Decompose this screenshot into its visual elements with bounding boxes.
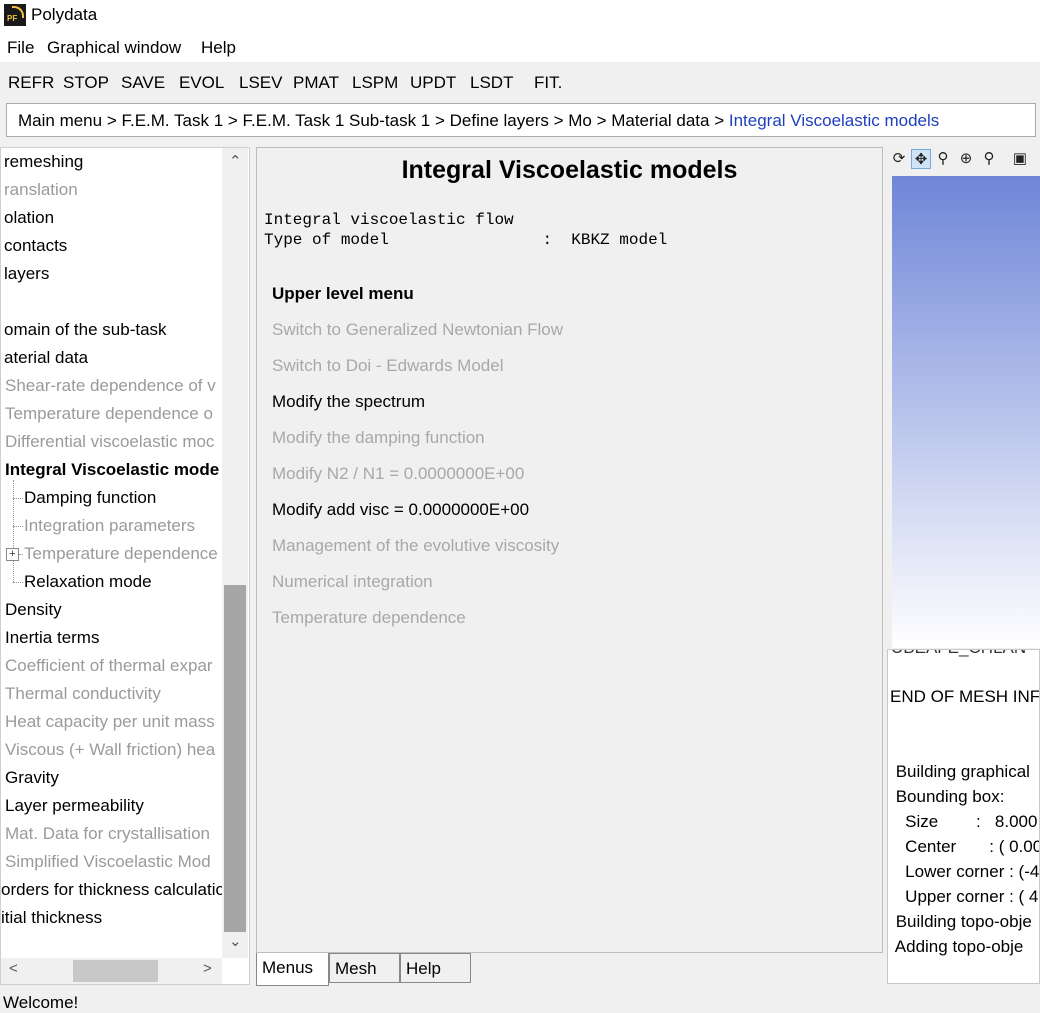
expand-plus-icon[interactable]: + [6, 548, 19, 561]
tree-item-remeshing[interactable]: remeshing [4, 152, 83, 172]
evol-button[interactable]: EVOL [179, 73, 224, 93]
modify-n2-n1-link[interactable]: Modify N2 / N1 = 0.0000000E+00 [272, 464, 524, 484]
tree-item-simplified-viscoelastic[interactable]: Simplified Viscoelastic Mod [5, 852, 211, 872]
refr-button[interactable]: REFR [8, 73, 54, 93]
console-output: UBEAFE_CHLAN END OF MESH INFO Building g… [887, 649, 1040, 984]
tree-item-crystallisation[interactable]: Mat. Data for crystallisation [5, 824, 210, 844]
tree-item-translation[interactable]: ranslation [4, 180, 78, 200]
console-line: Adding topo-obje [891, 937, 1024, 956]
lsdt-button[interactable]: LSDT [470, 73, 513, 93]
status-text: Welcome! [3, 993, 79, 1012]
tree-item-thermal-conductivity[interactable]: Thermal conductivity [5, 684, 161, 704]
save-button[interactable]: SAVE [121, 73, 165, 93]
lsev-button[interactable]: LSEV [239, 73, 282, 93]
status-bar: Welcome! [0, 990, 1040, 1012]
console-line: Building topo-obje [891, 912, 1032, 931]
console-line: UBEAFE_CHLAN [891, 650, 1026, 658]
lspm-button[interactable]: LSPM [352, 73, 398, 93]
zoom-icon[interactable]: ⚲ [933, 149, 953, 169]
switch-generalized-newtonian-link[interactable]: Switch to Generalized Newtonian Flow [272, 320, 563, 340]
zoom-fit-icon[interactable]: ⚲ [979, 149, 999, 169]
fit-button[interactable]: FIT. [534, 73, 562, 93]
console-line: Upper corner : ( 4 [891, 887, 1039, 906]
temperature-dependence-link[interactable]: Temperature dependence [272, 608, 466, 628]
tree-item-relaxation-mode[interactable]: Relaxation mode [24, 572, 152, 592]
pmat-button[interactable]: PMAT [293, 73, 339, 93]
breadcrumb-path[interactable]: Main menu > F.E.M. Task 1 > F.E.M. Task … [18, 111, 729, 130]
tree-item-domain[interactable]: omain of the sub-task [4, 320, 167, 340]
tree-vertical-scroll-thumb[interactable] [224, 585, 246, 932]
scroll-up-icon[interactable]: ⌃ [229, 152, 242, 170]
menu-help[interactable]: Help [201, 38, 236, 58]
title-bar: PF Polydata [0, 0, 1040, 32]
modify-damping-function-link[interactable]: Modify the damping function [272, 428, 485, 448]
upper-level-menu-link[interactable]: Upper level menu [272, 284, 414, 304]
tree-item-initial-thickness[interactable]: itial thickness [1, 908, 102, 928]
modify-add-visc-link[interactable]: Modify add visc = 0.0000000E+00 [272, 500, 529, 520]
menu-bar: File Graphical window Help [0, 32, 1040, 63]
tree-item-damping-function[interactable]: Damping function [24, 488, 156, 508]
tree-item-contacts[interactable]: contacts [4, 236, 67, 256]
tree-item-differential-viscoelastic[interactable]: Differential viscoelastic moc [5, 432, 214, 452]
tree-item-integration-parameters[interactable]: Integration parameters [24, 516, 195, 536]
console-line: Center : ( 0.00 [891, 837, 1040, 856]
tree-item-isolation[interactable]: olation [4, 208, 54, 228]
tree-item-thermal-expansion[interactable]: Coefficient of thermal expar [5, 656, 213, 676]
tree-item-layers[interactable]: layers [4, 264, 49, 284]
tree-panel: remeshing ranslation olation contacts la… [0, 147, 250, 985]
info-model-type: Type of model : KBKZ model [264, 231, 668, 249]
tree-item-viscous-heating[interactable]: Viscous (+ Wall friction) hea [5, 740, 215, 760]
tree-item-borders-thickness[interactable]: orders for thickness calculatio [1, 880, 225, 900]
tree-item-temperature-dependence[interactable]: Temperature dependence o [5, 404, 213, 424]
tree-item-integral-viscoelastic[interactable]: Integral Viscoelastic mode [5, 460, 219, 480]
tab-menus[interactable]: Menus [256, 953, 329, 986]
info-flow-type: Integral viscoelastic flow [264, 211, 514, 229]
scroll-down-icon[interactable]: ⌄ [229, 932, 242, 950]
stop-button[interactable]: STOP [63, 73, 109, 93]
camera-icon[interactable]: ▣ [1010, 149, 1030, 169]
zoom-in-icon[interactable]: ⊕ [956, 149, 976, 169]
graphic-canvas[interactable] [892, 176, 1040, 648]
scroll-left-icon[interactable]: < [9, 960, 18, 977]
tree-item-shear-rate[interactable]: Shear-rate dependence of v [5, 376, 216, 396]
console-line: Bounding box: [891, 787, 1005, 806]
tree-item-inertia-terms[interactable]: Inertia terms [5, 628, 99, 648]
menu-graphical-window[interactable]: Graphical window [47, 38, 181, 58]
breadcrumb: Main menu > F.E.M. Task 1 > F.E.M. Task … [6, 103, 1036, 137]
tree-horizontal-scroll-thumb[interactable] [73, 960, 158, 982]
tree-item-heat-capacity[interactable]: Heat capacity per unit mass [5, 712, 215, 732]
switch-doi-edwards-link[interactable]: Switch to Doi - Edwards Model [272, 356, 503, 376]
console-line: END OF MESH INFO [890, 687, 1040, 706]
toolbar: REFR STOP SAVE EVOL LSEV PMAT LSPM UPDT … [0, 63, 1040, 100]
menu-file[interactable]: File [7, 38, 34, 58]
tree-item-temperature-dependence-sub[interactable]: Temperature dependence [24, 544, 218, 564]
console-line: Building graphical [891, 762, 1030, 781]
console-line: Size : 8.000 [891, 812, 1038, 831]
window-title: Polydata [31, 5, 98, 24]
pan-icon[interactable]: ✥ [911, 149, 931, 169]
panel-title: Integral Viscoelastic models [401, 156, 738, 184]
tree-item-material-data[interactable]: aterial data [4, 348, 88, 368]
scroll-right-icon[interactable]: > [203, 960, 212, 977]
numerical-integration-link[interactable]: Numerical integration [272, 572, 433, 592]
tab-mesh[interactable]: Mesh [329, 953, 400, 983]
tree-item-layer-permeability[interactable]: Layer permeability [5, 796, 144, 816]
tab-help[interactable]: Help [400, 953, 471, 983]
app-logo-icon: PF [4, 4, 26, 26]
tree-item-gravity[interactable]: Gravity [5, 768, 59, 788]
modify-spectrum-link[interactable]: Modify the spectrum [272, 392, 425, 412]
updt-button[interactable]: UPDT [410, 73, 456, 93]
evolutive-viscosity-link[interactable]: Management of the evolutive viscosity [272, 536, 559, 556]
tree-item-density[interactable]: Density [5, 600, 62, 620]
rotate-icon[interactable]: ⟳ [889, 149, 909, 169]
console-line: Lower corner : (-4 [891, 862, 1040, 881]
breadcrumb-current: Integral Viscoelastic models [728, 111, 940, 130]
menu-panel: Integral Viscoelastic models Integral vi… [256, 147, 883, 953]
